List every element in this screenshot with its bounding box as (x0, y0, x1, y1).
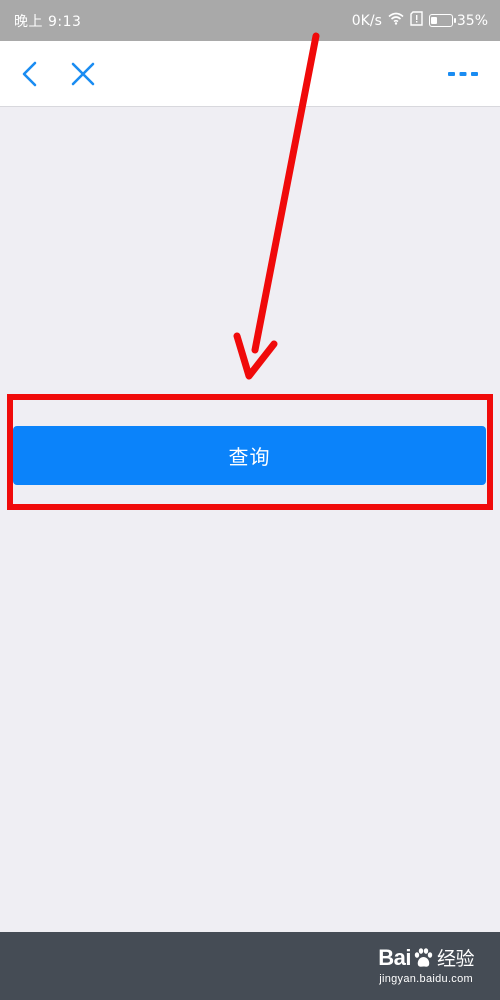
sim-alert-icon (410, 11, 423, 30)
page-title (116, 66, 316, 86)
nav-bar (0, 41, 500, 107)
close-icon[interactable] (68, 59, 98, 89)
query-button[interactable]: 查询 (13, 426, 486, 485)
status-time: 晚上 9:13 (14, 14, 82, 30)
bottom-bar: Bai 经验 jingyan.baidu.com (0, 932, 500, 1000)
wifi-icon (388, 12, 404, 29)
paw-icon (414, 947, 433, 967)
watermark-logo-text: Bai (378, 944, 411, 970)
battery-level (431, 16, 438, 24)
more-dots-icon[interactable] (446, 59, 480, 89)
network-speed: 0K/s (351, 12, 382, 29)
watermark-url: jingyan.baidu.com (379, 973, 473, 985)
battery-percent: 35% (456, 12, 488, 29)
status-bar: 晚上 9:13 0K/s 35% (0, 0, 500, 41)
watermark: Bai 经验 jingyan.baidu.com (378, 944, 474, 986)
status-indicators: 0K/s 35% (346, 11, 488, 30)
chevron-left-icon[interactable] (16, 59, 46, 89)
watermark-logo-suffix: 经验 (436, 948, 475, 970)
battery-icon (428, 14, 456, 27)
watermark-logo: Bai 经验 (378, 944, 474, 971)
